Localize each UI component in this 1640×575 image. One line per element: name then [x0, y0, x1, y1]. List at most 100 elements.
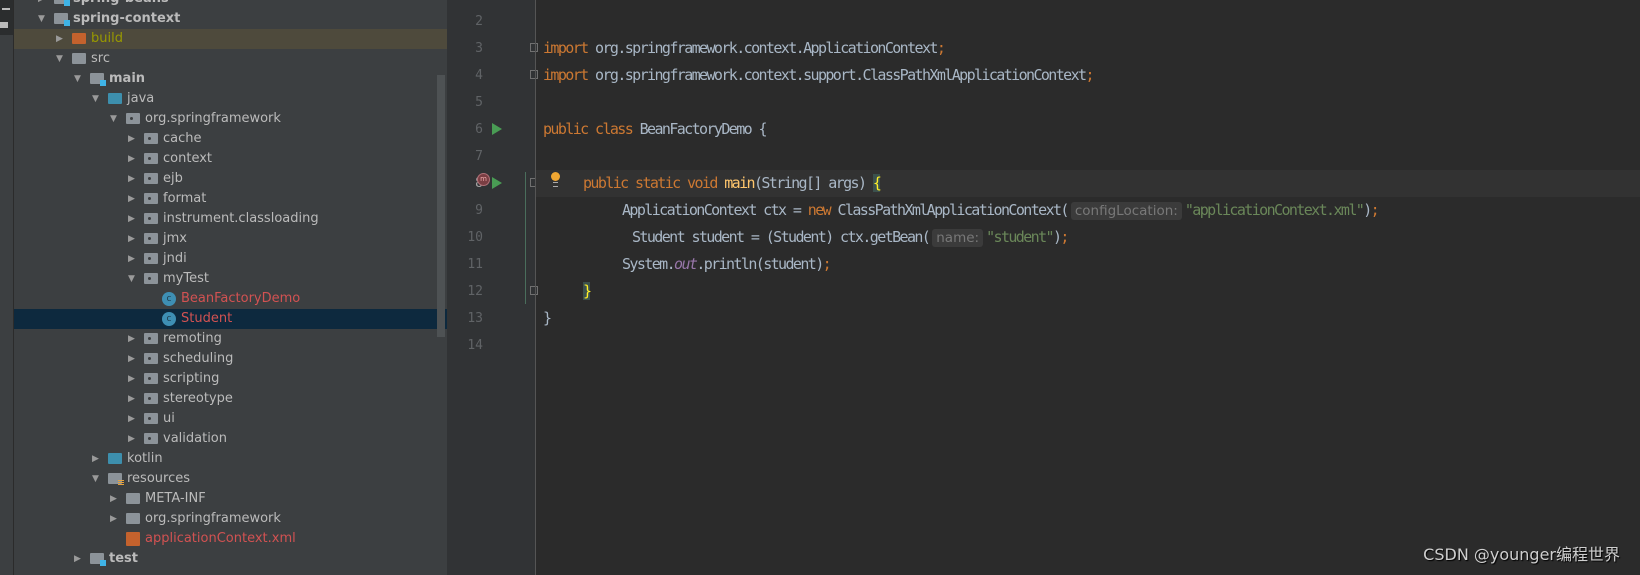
- tree-item[interactable]: applicationContext.xml: [14, 529, 447, 549]
- package-icon: [144, 253, 158, 264]
- tree-item-label: cache: [163, 131, 202, 146]
- tree-item[interactable]: ▼ myTest: [14, 269, 447, 289]
- tree-item[interactable]: ▶ scheduling: [14, 349, 447, 369]
- line-number: 12: [467, 284, 483, 299]
- fold-method-end-icon[interactable]: [530, 286, 538, 295]
- tree-item[interactable]: ▶ format: [14, 189, 447, 209]
- package-icon: [144, 433, 158, 444]
- tree-item[interactable]: c BeanFactoryDemo: [14, 289, 447, 309]
- tree-scrollbar[interactable]: [437, 75, 445, 337]
- package-icon: [144, 193, 158, 204]
- tree-item-label: ui: [163, 411, 175, 426]
- tree-item[interactable]: ▶ test: [14, 549, 447, 569]
- collapse-arrow-icon[interactable]: ▼: [38, 9, 48, 29]
- tree-item-label: org.springframework: [145, 511, 281, 526]
- expand-arrow-icon[interactable]: ▶: [128, 229, 138, 249]
- fold-imports-end-icon[interactable]: [530, 70, 538, 79]
- tree-item[interactable]: ▼ main: [14, 69, 447, 89]
- tree-item[interactable]: ▶ jndi: [14, 249, 447, 269]
- line-number: 5: [475, 95, 483, 110]
- expand-arrow-icon[interactable]: ▶: [128, 169, 138, 189]
- tree-item[interactable]: ▶ org.springframework: [14, 509, 447, 529]
- expand-arrow-icon[interactable]: ▶: [128, 349, 138, 369]
- expand-arrow-icon[interactable]: ▶: [128, 409, 138, 429]
- code-text: Student student = (Student) ctx.getBean(: [632, 228, 931, 246]
- package-icon: [144, 173, 158, 184]
- tree-item[interactable]: ▶ spring-beans: [14, 0, 447, 9]
- expand-arrow-icon[interactable]: ▶: [128, 209, 138, 229]
- tree-item[interactable]: c Student: [14, 309, 447, 329]
- tree-item[interactable]: ▼ org.springframework: [14, 109, 447, 129]
- watermark: CSDN @younger编程世界: [1423, 545, 1620, 564]
- tree-item-label: kotlin: [127, 451, 163, 466]
- tree-item-label: validation: [163, 431, 228, 446]
- expand-arrow-icon[interactable]: ▶: [110, 509, 120, 529]
- expand-arrow-icon[interactable]: ▶: [92, 449, 102, 469]
- expand-arrow-icon[interactable]: ▶: [128, 329, 138, 349]
- tree-item[interactable]: ▶ instrument.classloading: [14, 209, 447, 229]
- collapse-arrow-icon[interactable]: ▼: [56, 49, 66, 69]
- expand-arrow-icon[interactable]: ▶: [74, 549, 84, 569]
- run-main-icon[interactable]: [492, 177, 502, 189]
- package-icon: [144, 393, 158, 404]
- fold-imports-icon[interactable]: [530, 43, 538, 52]
- semicolon: ;: [1370, 201, 1380, 219]
- keyword: new: [807, 201, 832, 219]
- tree-item-label: main: [109, 71, 146, 86]
- collapse-arrow-icon[interactable]: ▼: [74, 69, 84, 89]
- tree-item[interactable]: ▶ META-INF: [14, 489, 447, 509]
- expand-arrow-icon[interactable]: ▶: [128, 389, 138, 409]
- code-line-12: }: [583, 278, 592, 305]
- java-class-icon: c: [162, 312, 176, 326]
- expand-arrow-icon[interactable]: ▶: [128, 149, 138, 169]
- semicolon: ;: [936, 39, 946, 57]
- code-text: }: [543, 309, 552, 327]
- intention-bulb-icon[interactable]: [551, 172, 560, 187]
- tree-item[interactable]: ▶ validation: [14, 429, 447, 449]
- tree-item[interactable]: ▶ build: [14, 29, 447, 49]
- tree-item[interactable]: ▶ scripting: [14, 369, 447, 389]
- expand-arrow-icon[interactable]: ▶: [128, 369, 138, 389]
- expand-arrow-icon[interactable]: ▶: [128, 189, 138, 209]
- tree-item[interactable]: ▶ stereotype: [14, 389, 447, 409]
- tree-item-label: build: [91, 31, 123, 46]
- tree-item[interactable]: ▼ resources: [14, 469, 447, 489]
- tree-item-label: org.springframework: [145, 111, 281, 126]
- code-line-10: Student student = (Student) ctx.getBean(…: [632, 224, 1070, 251]
- collapse-arrow-icon[interactable]: ▼: [110, 109, 120, 129]
- tree-item[interactable]: ▶ jmx: [14, 229, 447, 249]
- folder-icon: [126, 513, 140, 524]
- code-text: org.springframework.context.support.Clas…: [587, 66, 1087, 84]
- tree-item-label: stereotype: [163, 391, 233, 406]
- tree-item[interactable]: ▶ ui: [14, 409, 447, 429]
- expand-arrow-icon[interactable]: ▶: [56, 29, 66, 49]
- expand-arrow-icon[interactable]: ▶: [38, 0, 48, 9]
- tree-item[interactable]: ▼ src: [14, 49, 447, 69]
- tree-item[interactable]: ▶ ejb: [14, 169, 447, 189]
- module-folder-icon: [54, 13, 70, 26]
- run-class-icon[interactable]: [492, 123, 502, 135]
- collapse-arrow-icon[interactable]: ▼: [92, 469, 102, 489]
- tree-item-label: Student: [181, 311, 233, 326]
- collapse-arrow-icon[interactable]: ▼: [92, 89, 102, 109]
- tree-item[interactable]: ▶ cache: [14, 129, 447, 149]
- project-tool-tab[interactable]: [0, 0, 13, 35]
- tree-item[interactable]: ▼ spring-context: [14, 9, 447, 29]
- tree-item[interactable]: ▶ remoting: [14, 329, 447, 349]
- tree-item[interactable]: ▼ java: [14, 89, 447, 109]
- code-line-6: public class BeanFactoryDemo {: [543, 116, 768, 143]
- expand-arrow-icon[interactable]: ▶: [128, 429, 138, 449]
- collapse-arrow-icon[interactable]: ▼: [128, 269, 138, 289]
- keyword: import: [543, 39, 589, 57]
- project-tree[interactable]: ▶ spring-beans ▼ spring-context ▶ build ▼ src ▼ m…: [14, 0, 447, 575]
- method-breakpoint-icon[interactable]: m: [477, 173, 490, 186]
- expand-arrow-icon[interactable]: ▶: [128, 249, 138, 269]
- expand-arrow-icon[interactable]: ▶: [128, 129, 138, 149]
- line-number: 3: [475, 41, 483, 56]
- tree-item[interactable]: ▶ context: [14, 149, 447, 169]
- expand-arrow-icon[interactable]: ▶: [110, 489, 120, 509]
- tree-item-label: format: [163, 191, 207, 206]
- vcs-change-marker: [525, 172, 526, 304]
- tree-item[interactable]: ▶ kotlin: [14, 449, 447, 469]
- code-line-13: }: [543, 305, 552, 332]
